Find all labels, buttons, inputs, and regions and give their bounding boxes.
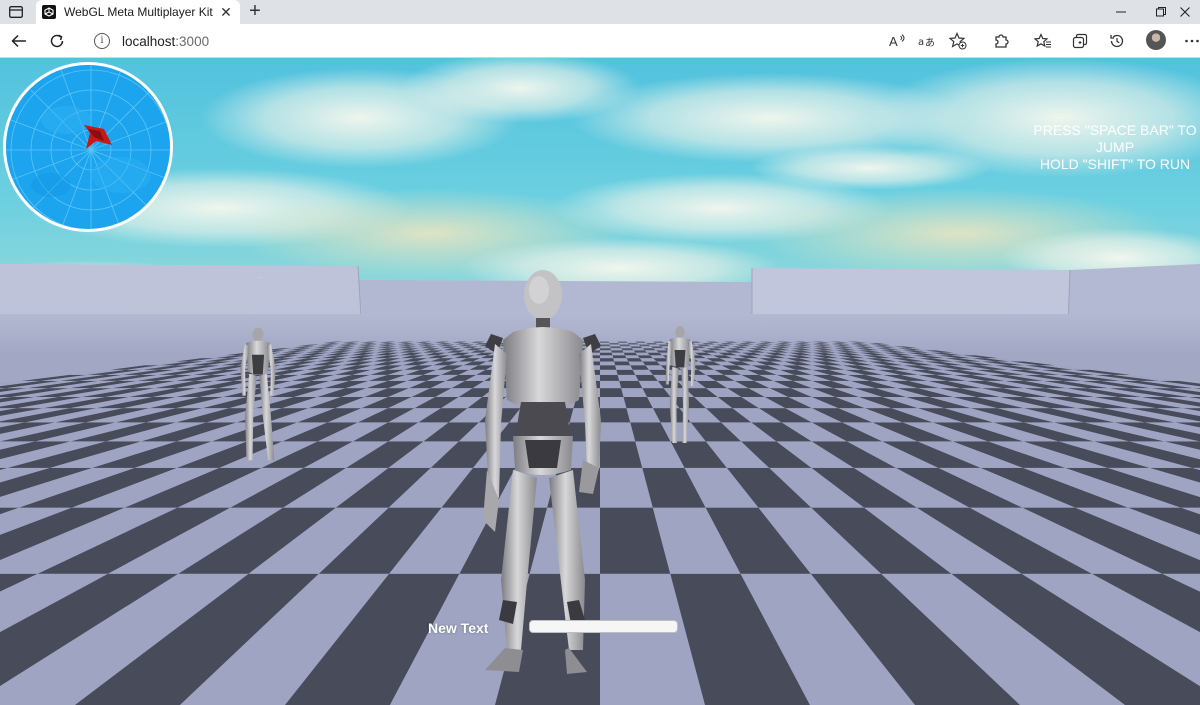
favorites-icon[interactable] — [1031, 29, 1055, 53]
npc-tag-left: · ·· — [256, 275, 261, 280]
address-bar[interactable]: i localhost:3000 — [82, 28, 978, 54]
minimize-icon[interactable] — [1104, 0, 1138, 24]
back-icon[interactable] — [7, 29, 31, 53]
history-icon[interactable] — [1105, 29, 1129, 53]
close-icon[interactable] — [1168, 0, 1200, 24]
tab-actions-icon[interactable] — [6, 3, 26, 21]
svg-text:あ: あ — [925, 37, 935, 49]
refresh-icon[interactable] — [45, 29, 69, 53]
profile-avatar[interactable] — [1146, 30, 1166, 50]
tab-title: WebGL Meta Multiplayer Kit 202 — [64, 5, 214, 19]
unity-favicon-icon — [42, 5, 56, 19]
browser-tab-bar: WebGL Meta Multiplayer Kit 202 ✕ + — [0, 0, 1200, 24]
url-port: :3000 — [175, 33, 210, 49]
instructions-line-1: PRESS "SPACE BAR" TO — [1033, 122, 1197, 138]
collections-icon[interactable] — [1068, 29, 1092, 53]
minimap-radar — [6, 65, 170, 229]
checkered-floor — [0, 341, 1200, 705]
controls-instructions: PRESS "SPACE BAR" TO JUMP HOLD "SHIFT" T… — [1020, 122, 1200, 173]
svg-text:A: A — [889, 34, 898, 49]
svg-text:a: a — [918, 37, 924, 48]
read-aloud-icon[interactable]: A — [886, 29, 910, 53]
translate-icon[interactable]: aあ — [915, 29, 939, 53]
player-name-label: New Text — [428, 620, 489, 636]
add-favorite-icon[interactable] — [946, 29, 970, 53]
tab-close-icon[interactable]: ✕ — [218, 4, 234, 21]
browser-toolbar: i localhost:3000 A aあ — [0, 24, 1200, 58]
instructions-line-2: JUMP — [1095, 139, 1135, 155]
url-host: localhost — [122, 33, 176, 49]
browser-tab[interactable]: WebGL Meta Multiplayer Kit 202 ✕ — [36, 0, 240, 24]
instructions-line-3: HOLD "SHIFT" TO RUN — [1039, 156, 1191, 172]
more-icon[interactable] — [1180, 29, 1200, 53]
game-canvas[interactable]: · ·· ·.· PRESS "SPACE BAR" TO JUMP HOLD … — [0, 58, 1200, 705]
address-url[interactable]: localhost:3000 — [122, 34, 209, 49]
extensions-icon[interactable] — [989, 29, 1013, 53]
player-name-input[interactable] — [529, 620, 678, 633]
info-icon[interactable]: i — [94, 33, 110, 49]
minimap[interactable] — [3, 62, 173, 232]
new-tab-button[interactable]: + — [244, 1, 266, 23]
npc-tag-right: ·.· — [678, 278, 682, 283]
